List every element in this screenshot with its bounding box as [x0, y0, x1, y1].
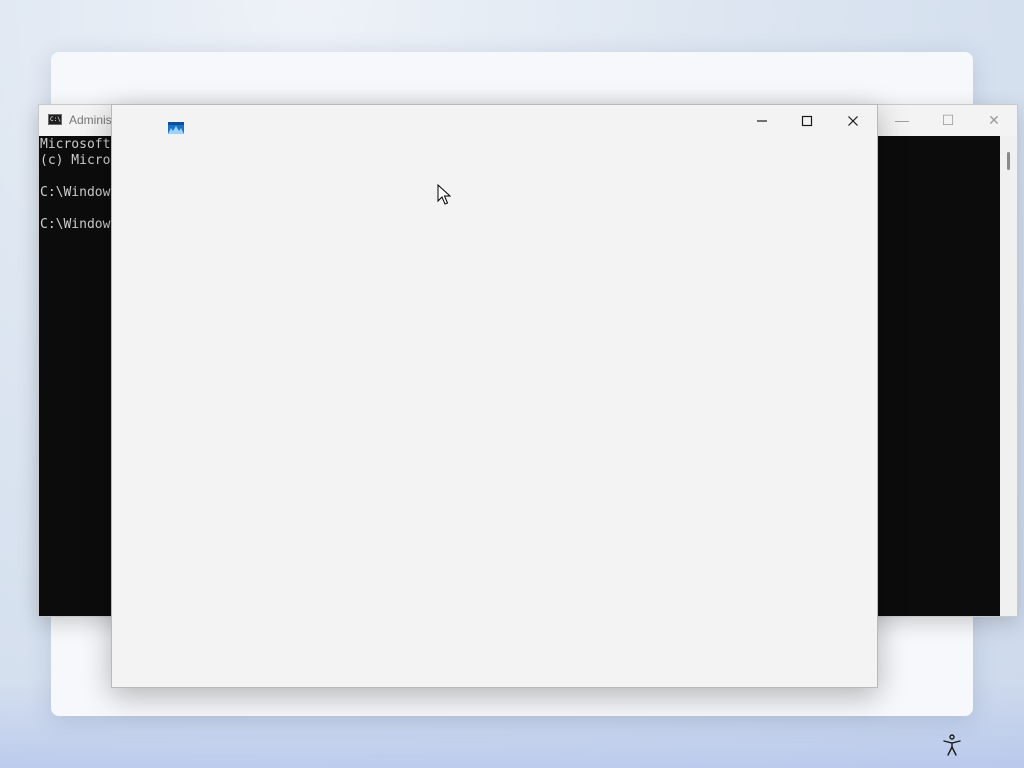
cmd-icon: C:\: [48, 114, 62, 125]
app-content-area[interactable]: [112, 136, 877, 687]
mouse-cursor-icon: [437, 184, 451, 205]
app-close-button[interactable]: [830, 105, 876, 136]
cmd-line: (c) Micro: [40, 153, 111, 168]
app-window[interactable]: [111, 104, 878, 688]
cmd-window-title: Adminis: [69, 113, 112, 127]
close-icon: [848, 115, 858, 126]
cmd-line: C:\Window: [40, 217, 111, 232]
app-maximize-button[interactable]: [784, 105, 830, 136]
minimize-icon: [757, 119, 767, 122]
desktop-background: C:\ Adminis — ☐ ✕ Microsoft (c) Micro C:…: [0, 0, 1024, 768]
app-titlebar[interactable]: [112, 105, 877, 136]
cmd-scrollbar[interactable]: [1000, 136, 1017, 616]
cmd-line: Microsoft: [40, 137, 111, 152]
cmd-scroll-thumb[interactable]: [1007, 152, 1010, 170]
cmd-close-button[interactable]: ✕: [971, 105, 1017, 136]
app-icon: [168, 122, 184, 134]
accessibility-icon[interactable]: [940, 733, 964, 757]
cmd-maximize-button[interactable]: ☐: [925, 105, 971, 136]
maximize-icon: [801, 115, 813, 126]
cmd-minimize-button[interactable]: —: [879, 105, 925, 136]
app-minimize-button[interactable]: [739, 105, 785, 136]
cmd-line: C:\Window: [40, 185, 111, 200]
